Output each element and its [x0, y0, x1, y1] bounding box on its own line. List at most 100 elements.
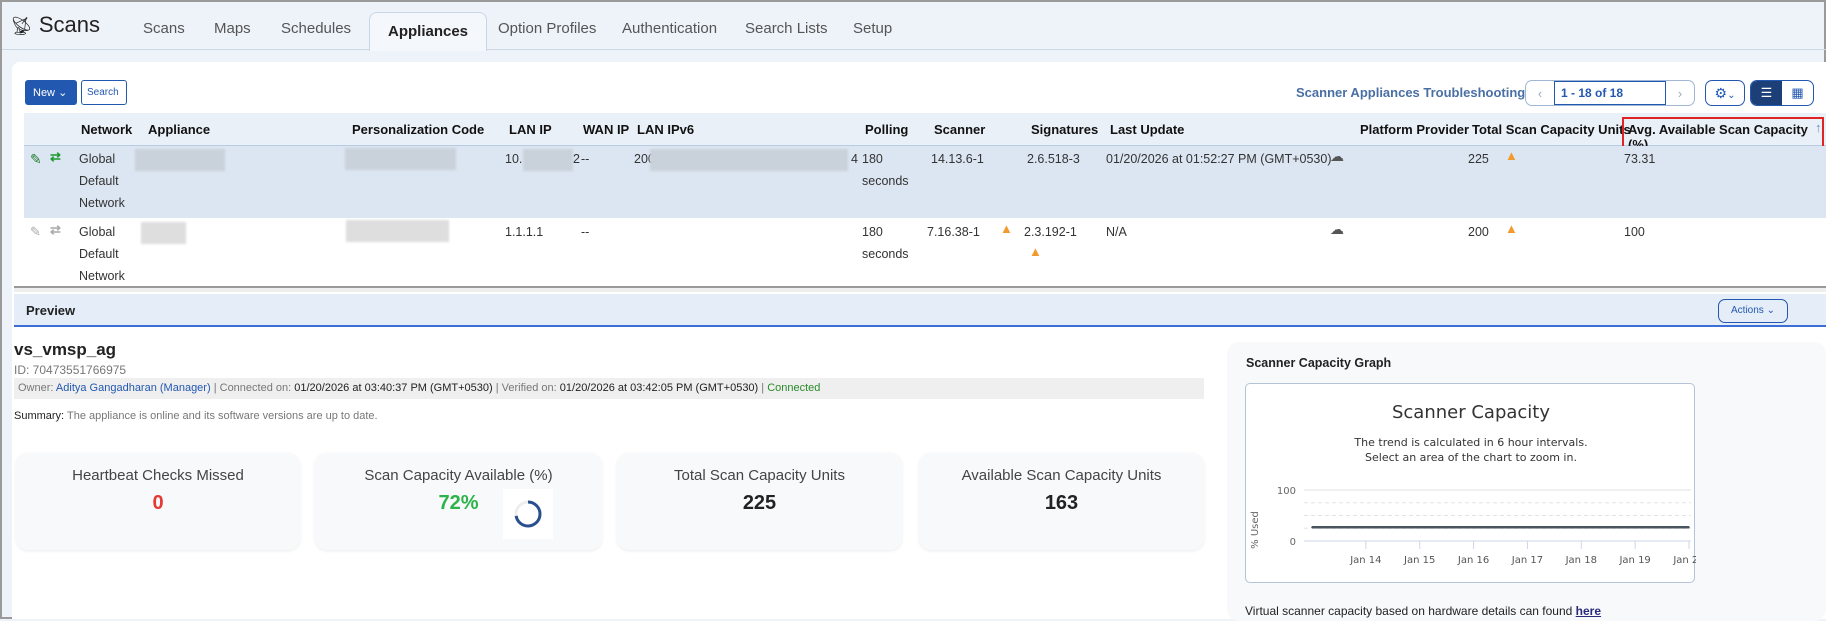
lan-ip-cell: 10.	[505, 152, 523, 166]
graph-panel-title: Scanner Capacity Graph	[1246, 356, 1392, 370]
view-switcher: ☰ ▦	[1750, 80, 1814, 106]
appliance-redacted	[135, 149, 225, 171]
search-button[interactable]: Search	[81, 80, 127, 105]
scanner-cell: 7.16.38-1	[927, 225, 980, 239]
warning-icon: ▲	[1505, 221, 1518, 236]
col-scanner[interactable]: Scanner	[934, 122, 985, 137]
sort-asc-icon[interactable]: ↑	[1815, 120, 1822, 135]
owner-bar: Owner: Aditya Gangadharan (Manager) | Co…	[14, 378, 1204, 399]
status-badge: Connected	[767, 382, 821, 394]
warning-icon: ▲	[1505, 148, 1518, 163]
col-lan-ipv6[interactable]: LAN IPv6	[637, 122, 694, 137]
cloud-icon: ☁	[1330, 221, 1344, 237]
data-point	[1688, 526, 1690, 529]
ipv6-redacted	[650, 149, 848, 171]
tab-maps[interactable]: Maps	[214, 20, 251, 37]
chart-subtitle-1: The trend is calculated in 6 hour interv…	[1353, 436, 1587, 449]
stat-heartbeat: Heartbeat Checks Missed 0	[16, 453, 300, 550]
col-personalization-code[interactable]: Personalization Code	[352, 122, 484, 137]
offline-plug-icon: ✎	[30, 224, 41, 239]
wan-ip-cell: --	[581, 152, 590, 166]
y-tick-label: 100	[1277, 486, 1296, 497]
polling-cell: 180 seconds	[862, 152, 909, 188]
chart-title: Scanner Capacity	[1392, 402, 1550, 423]
top-nav	[2, 2, 1826, 50]
col-polling[interactable]: Polling	[865, 122, 908, 137]
appliance-id: ID: 70473551766975	[14, 363, 127, 377]
last-update-cell: 01/20/2026 at 01:52:27 PM (GMT+0530)	[1106, 152, 1332, 166]
tab-option-profiles[interactable]: Option Profiles	[498, 20, 596, 37]
capacity-chart[interactable]: Scanner Capacity The trend is calculated…	[1245, 383, 1705, 583]
tab-schedules[interactable]: Schedules	[281, 20, 351, 37]
warning-icon: ▲	[1000, 221, 1013, 236]
resize-handle[interactable]	[14, 286, 1826, 292]
tab-appliances[interactable]: Appliances	[369, 12, 488, 51]
tab-scans[interactable]: Scans	[143, 20, 185, 37]
data-point	[1472, 526, 1475, 529]
preview-title: Preview	[26, 303, 76, 318]
stat-total-units: Total Scan Capacity Units 225	[617, 453, 902, 550]
table-row[interactable]	[24, 219, 1826, 285]
scanner-cell: 14.13.6-1	[931, 152, 984, 166]
last-update-cell: N/A	[1106, 225, 1127, 239]
col-total-units[interactable]: Total Scan Capacity Units	[1472, 122, 1631, 137]
app-title: 📡︎ Scans	[10, 12, 101, 37]
prev-page-button[interactable]: ‹	[1526, 81, 1554, 105]
chevron-down-icon: ⌄	[1727, 90, 1736, 101]
x-tick-label: Jan 18	[1565, 555, 1597, 566]
data-point	[1526, 526, 1529, 529]
stat-capacity-available: Scan Capacity Available (%) 72%	[315, 453, 602, 550]
code-redacted	[346, 220, 449, 242]
col-last-update[interactable]: Last Update	[1110, 122, 1184, 137]
col-appliance[interactable]: Appliance	[148, 122, 210, 137]
wan-ip-cell: --	[581, 225, 590, 239]
signatures-cell: 2.6.518-3	[1027, 152, 1080, 166]
col-lan-ip[interactable]: LAN IP	[509, 122, 552, 137]
y-axis-label: % Used	[1250, 511, 1261, 549]
signatures-cell: 2.3.192-1	[1024, 225, 1077, 239]
summary: Summary: The appliance is online and its…	[14, 410, 378, 422]
tab-authentication[interactable]: Authentication	[622, 20, 717, 37]
next-page-button[interactable]: ›	[1666, 81, 1694, 105]
data-point	[1365, 526, 1367, 529]
here-link[interactable]: here	[1576, 604, 1601, 618]
table-row[interactable]	[24, 146, 1826, 218]
list-view-icon[interactable]: ☰	[1751, 81, 1782, 105]
x-tick-label: Jan 17	[1511, 555, 1543, 566]
tab-setup[interactable]: Setup	[853, 20, 892, 37]
x-tick-label: Jan 20	[1672, 555, 1696, 566]
avg-available-cell: 100	[1624, 225, 1645, 239]
data-point	[1634, 526, 1636, 529]
stat-available-units: Available Scan Capacity Units 163	[919, 453, 1204, 550]
x-tick-label: Jan 16	[1457, 555, 1489, 566]
data-point	[1311, 526, 1313, 529]
total-units-cell: 200	[1468, 225, 1489, 239]
code-redacted	[345, 148, 456, 170]
data-point	[1418, 526, 1421, 529]
actions-button[interactable]: Actions ⌄	[1718, 299, 1788, 323]
tab-search-lists[interactable]: Search Lists	[745, 20, 828, 37]
appliance-name: vs_vmsp_ag	[14, 340, 117, 359]
x-tick-label: Jan 15	[1403, 555, 1435, 566]
settings-button[interactable]: ⚙⌄	[1705, 80, 1745, 106]
owner-link[interactable]: Aditya Gangadharan (Manager)	[56, 382, 211, 394]
sync-icon: ⇄	[50, 222, 61, 237]
col-signatures[interactable]: Signatures	[1031, 122, 1098, 137]
pager: ‹ 1 - 18 of 18 ›	[1525, 80, 1695, 106]
avg-available-cell: 73.31	[1624, 152, 1656, 166]
online-plug-icon: ✎	[30, 151, 42, 167]
col-network[interactable]: Network	[81, 122, 132, 137]
page-range[interactable]: 1 - 18 of 18	[1554, 81, 1666, 105]
col-wan-ip[interactable]: WAN IP	[583, 122, 629, 137]
data-point	[1580, 526, 1583, 529]
x-tick-label: Jan 14	[1349, 555, 1381, 566]
col-platform-provider[interactable]: Platform Provider	[1360, 122, 1469, 137]
x-tick-label: Jan 19	[1618, 555, 1650, 566]
chart-subtitle-2: Select an area of the chart to zoom in.	[1365, 451, 1577, 464]
new-button[interactable]: New ⌄	[25, 80, 77, 105]
capacity-donut	[503, 489, 553, 539]
troubleshooting-link[interactable]: Scanner Appliances Troubleshooting	[1296, 85, 1525, 100]
warning-icon: ▲	[1029, 244, 1042, 259]
chevron-down-icon: ⌄	[58, 87, 68, 99]
calendar-view-icon[interactable]: ▦	[1782, 81, 1813, 105]
